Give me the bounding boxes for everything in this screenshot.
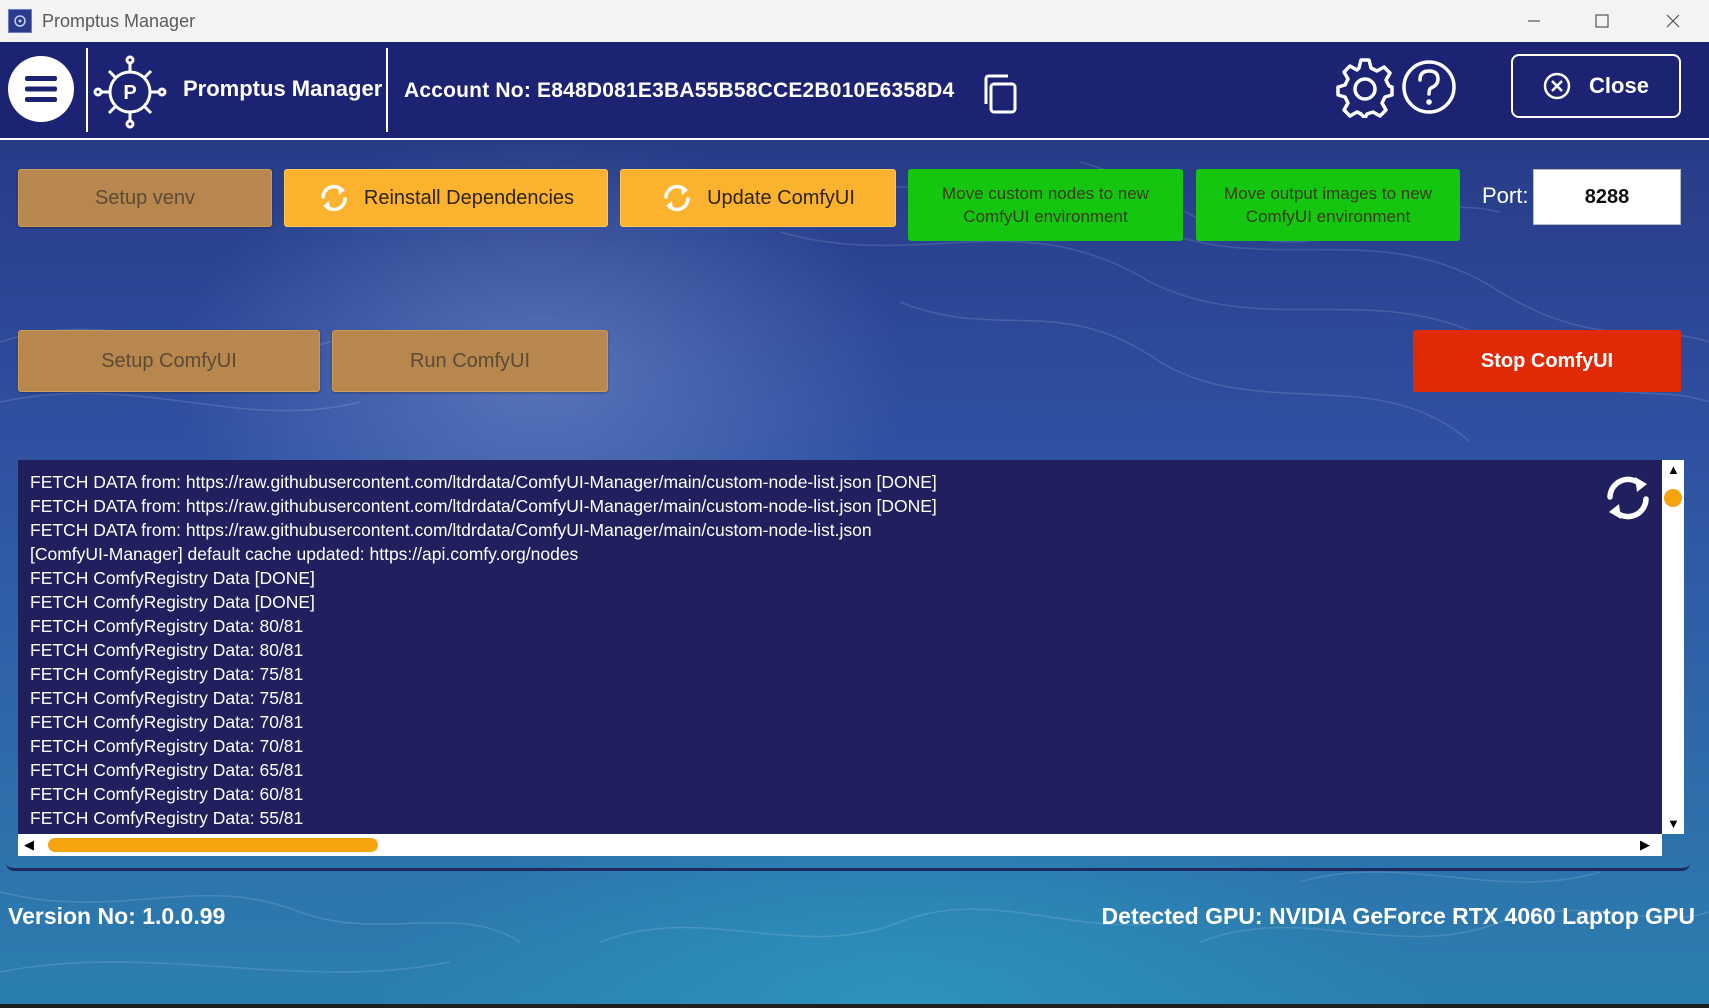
vertical-scroll-thumb[interactable] <box>1664 489 1682 507</box>
console-line: FETCH ComfyRegistry Data: 55/81 <box>30 808 304 828</box>
app-header: P Promptus Manager Account No: E848D081E… <box>0 42 1709 140</box>
console-line: FETCH ComfyRegistry Data: 70/81 <box>30 712 304 732</box>
gear-icon[interactable] <box>1334 56 1396 118</box>
console-line: FETCH ComfyRegistry Data: 80/81 <box>30 640 304 660</box>
reinstall-dependencies-label: Reinstall Dependencies <box>363 186 575 209</box>
hamburger-icon <box>25 76 57 102</box>
console-line: FETCH DATA from: https://raw.githubuserc… <box>30 496 937 516</box>
window-title: Promptus Manager <box>42 10 196 31</box>
console-line: FETCH ComfyRegistry Data [DONE] <box>30 568 315 588</box>
menu-button[interactable] <box>8 56 74 122</box>
brand-name: Promptus Manager <box>183 76 383 101</box>
setup-comfyui-label: Setup ComfyUI <box>101 349 237 372</box>
scroll-up-arrow-icon[interactable]: ▲ <box>1667 462 1680 477</box>
close-circle-icon <box>1543 72 1571 100</box>
console-line: FETCH ComfyRegistry Data [DONE] <box>30 592 315 612</box>
sync-icon <box>321 184 347 212</box>
scroll-down-arrow-icon[interactable]: ▼ <box>1667 816 1680 831</box>
close-button-label: Close <box>1589 73 1649 98</box>
window-titlebar: Promptus Manager <box>0 0 1709 42</box>
header-divider <box>86 48 88 132</box>
close-button[interactable]: Close <box>1511 54 1681 118</box>
minimize-icon[interactable] <box>1501 0 1567 42</box>
move-output-images-label-line2: ComfyUI environment <box>1245 207 1411 226</box>
console-output[interactable]: FETCH DATA from: https://raw.githubuserc… <box>18 460 1662 834</box>
detected-gpu: Detected GPU: NVIDIA GeForce RTX 4060 La… <box>1101 903 1695 929</box>
setup-venv-button[interactable]: Setup venv <box>18 169 272 227</box>
port-value: 8288 <box>1584 185 1630 208</box>
console-log: FETCH DATA from: https://raw.githubuserc… <box>30 470 937 834</box>
console-line: FETCH DATA from: https://raw.githubuserc… <box>30 520 872 540</box>
console-line: FETCH ComfyRegistry Data: 60/81 <box>30 784 304 804</box>
app-window: P Promptus Manager Account No: E848D081E… <box>0 42 1709 1004</box>
move-output-images-label-line1: Move output images to new <box>1224 184 1432 203</box>
console-line: FETCH ComfyRegistry Data: 70/81 <box>30 736 304 756</box>
sync-icon <box>664 184 690 212</box>
update-comfyui-button[interactable]: Update ComfyUI <box>620 169 896 227</box>
port-input[interactable]: 8288 <box>1533 169 1681 225</box>
vertical-scrollbar[interactable] <box>1662 460 1684 834</box>
help-icon[interactable] <box>1400 58 1458 116</box>
update-comfyui-label: Update ComfyUI <box>707 186 855 209</box>
svg-text:P: P <box>123 82 136 104</box>
version-number: Version No: 1.0.0.99 <box>8 903 226 929</box>
move-custom-nodes-label-line1: Move custom nodes to new <box>942 184 1149 203</box>
account-number: Account No: E848D081E3BA55B58CCE2B010E63… <box>404 79 955 102</box>
copy-icon[interactable] <box>982 74 1018 114</box>
console-line: FETCH ComfyRegistry Data: 65/81 <box>30 760 304 780</box>
refresh-icon[interactable] <box>1602 472 1654 524</box>
stop-comfyui-button[interactable]: Stop ComfyUI <box>1413 330 1681 392</box>
console-line: FETCH ComfyRegistry Data: 75/81 <box>30 688 304 708</box>
app-icon <box>8 9 32 33</box>
scroll-right-arrow-icon[interactable]: ▶ <box>1640 837 1650 853</box>
move-custom-nodes-button[interactable]: Move custom nodes to new ComfyUI environ… <box>908 169 1183 241</box>
port-label: Port: <box>1482 183 1529 208</box>
run-comfyui-label: Run ComfyUI <box>409 349 531 372</box>
scroll-left-arrow-icon[interactable]: ◀ <box>24 837 34 853</box>
console-line: [ComfyUI-Manager] default cache updated:… <box>30 544 579 564</box>
console-line: FETCH ComfyRegistry Data: 80/81 <box>30 616 304 636</box>
reinstall-dependencies-button[interactable]: Reinstall Dependencies <box>284 169 608 227</box>
move-output-images-button[interactable]: Move output images to new ComfyUI enviro… <box>1196 169 1460 241</box>
setup-comfyui-button[interactable]: Setup ComfyUI <box>18 330 320 392</box>
console-line: FETCH ComfyRegistry Data: 75/81 <box>30 664 304 684</box>
header-divider <box>386 48 388 132</box>
bottom-edge <box>0 1004 1709 1008</box>
setup-venv-label: Setup venv <box>94 186 196 209</box>
window-close-icon[interactable] <box>1640 0 1706 42</box>
run-comfyui-button[interactable]: Run ComfyUI <box>332 330 608 392</box>
maximize-icon[interactable] <box>1569 0 1635 42</box>
promptus-logo-icon: P <box>93 55 167 129</box>
stop-comfyui-label: Stop ComfyUI <box>1480 349 1614 372</box>
move-custom-nodes-label-line2: ComfyUI environment <box>963 207 1128 226</box>
console-line: FETCH DATA from: https://raw.githubuserc… <box>30 472 937 492</box>
horizontal-scroll-thumb[interactable] <box>48 838 378 852</box>
